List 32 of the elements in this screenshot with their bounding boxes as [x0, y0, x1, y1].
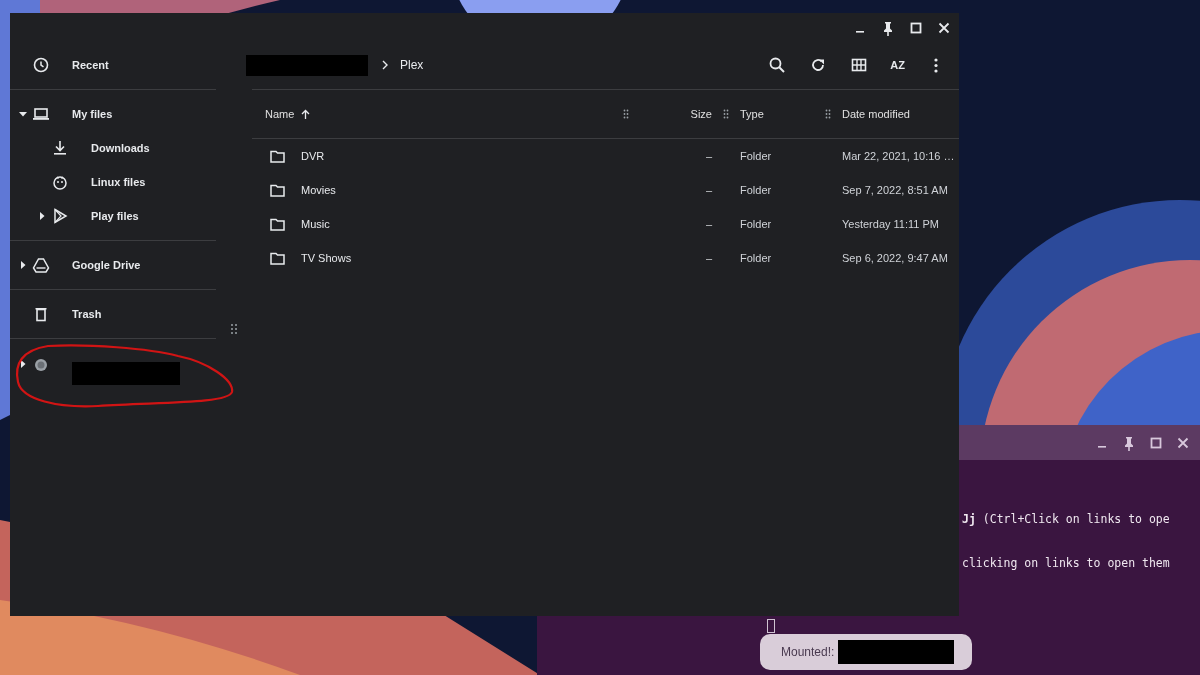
table-cell-text: – [705, 252, 713, 264]
table-cell-text: Sep 6, 2022, 9:47 AM [841, 252, 949, 264]
toast-text: Mounted!: [781, 645, 835, 659]
table-cell-text: – [705, 150, 713, 162]
sidebar-item[interactable]: Play files [10, 199, 216, 233]
terminal-text: Jj (Ctrl+Click on links to ope [962, 512, 1170, 526]
table-cell-text: Folder [739, 184, 773, 196]
table-cell-text: Mar 22, 2021, 10:16 … [841, 150, 956, 162]
sidebar-item[interactable]: Trash [10, 297, 216, 331]
file-name[interactable]: Movies [252, 183, 620, 197]
terminal-text: clicking on links to open them [962, 556, 1170, 570]
sidebar-item[interactable]: My files [10, 97, 216, 131]
sidebar-item[interactable]: Google Drive [10, 248, 216, 282]
table-cell-text: – [705, 218, 713, 230]
column-header[interactable]: Size [690, 108, 720, 120]
file-name[interactable]: DVR [252, 149, 620, 163]
sidebar-item[interactable]: Downloads [10, 131, 216, 165]
sidebar-item[interactable]: Linux files [10, 165, 216, 199]
sidebar-item[interactable]: Recent [10, 41, 216, 89]
column-header[interactable]: Type [732, 108, 822, 120]
table-cell-text: Folder [739, 150, 773, 162]
file-name[interactable]: Music [252, 217, 620, 231]
table-cell-text: Yesterday 11:11 PM [841, 218, 941, 230]
table-cell-text: – [705, 184, 713, 196]
column-header[interactable]: Name [252, 108, 620, 120]
file-name[interactable]: TV Shows [252, 251, 620, 265]
table-cell-text: Folder [739, 218, 773, 230]
table-cell-text: Sep 7, 2022, 8:51 AM [841, 184, 949, 196]
column-header[interactable]: Date modified [834, 108, 959, 120]
breadcrumb-item[interactable]: Plex [400, 58, 424, 72]
table-cell-text: Folder [739, 252, 773, 264]
sort-button[interactable]: AZ [890, 59, 905, 71]
